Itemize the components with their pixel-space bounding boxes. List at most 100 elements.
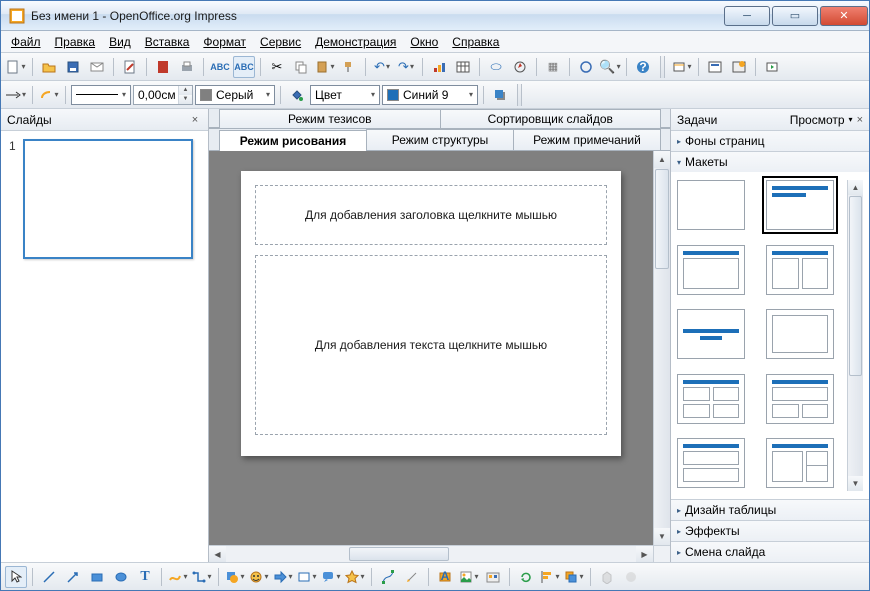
stars-tool[interactable] <box>344 566 366 588</box>
redo-button[interactable]: ↷ <box>395 56 417 78</box>
text-tool[interactable]: T <box>134 566 156 588</box>
chart-button[interactable] <box>428 56 450 78</box>
gallery-tool[interactable] <box>482 566 504 588</box>
scroll-left-icon[interactable]: ◀ <box>209 546 226 562</box>
tab-outline-notes[interactable]: Режим тезисов <box>219 109 441 128</box>
help-button[interactable]: ? <box>632 56 654 78</box>
tab-notes[interactable]: Режим примечаний <box>513 129 661 150</box>
layout-side[interactable] <box>766 438 834 488</box>
hyperlink-button[interactable]: ⬭ <box>485 56 507 78</box>
scroll-down-icon[interactable]: ▼ <box>848 476 863 491</box>
title-placeholder[interactable]: Для добавления заголовка щелкните мышью <box>255 185 607 245</box>
menu-help[interactable]: Справка <box>446 33 505 51</box>
grip[interactable] <box>660 56 665 78</box>
arrow-style-button[interactable] <box>5 84 27 106</box>
ellipse-tool[interactable] <box>110 566 132 588</box>
new-button[interactable] <box>5 56 27 78</box>
navigator-button[interactable] <box>509 56 531 78</box>
menu-format[interactable]: Формат <box>197 33 252 51</box>
tasks-view-drop-icon[interactable]: ▾ <box>849 115 853 124</box>
connector-tool[interactable] <box>191 566 213 588</box>
rotate-tool[interactable] <box>515 566 537 588</box>
tab-slide-sorter[interactable]: Сортировщик слайдов <box>440 109 662 128</box>
tasks-close-icon[interactable]: × <box>857 114 863 126</box>
menu-slideshow[interactable]: Демонстрация <box>309 33 402 51</box>
canvas-hscroll[interactable]: ◀ ▶ <box>209 546 653 562</box>
scroll-down-icon[interactable]: ▼ <box>654 528 670 545</box>
menu-edit[interactable]: Правка <box>49 33 102 51</box>
points-tool[interactable] <box>377 566 399 588</box>
line-end-button[interactable] <box>38 84 60 106</box>
paste-button[interactable] <box>314 56 336 78</box>
section-transition-head[interactable]: ▸Смена слайда <box>671 542 869 562</box>
fill-bucket-button[interactable] <box>286 84 308 106</box>
select-tool[interactable] <box>5 566 27 588</box>
arrange-tool[interactable] <box>563 566 585 588</box>
align-tool[interactable] <box>539 566 561 588</box>
rect-tool[interactable] <box>86 566 108 588</box>
glue-tool[interactable] <box>401 566 423 588</box>
section-layouts-head[interactable]: ▾Макеты <box>671 152 869 172</box>
menu-tools[interactable]: Сервис <box>254 33 307 51</box>
layout-title-content[interactable] <box>766 180 834 230</box>
line-tool[interactable] <box>38 566 60 588</box>
open-button[interactable] <box>38 56 60 78</box>
pdf-button[interactable] <box>152 56 174 78</box>
block-arrows-tool[interactable] <box>272 566 294 588</box>
body-placeholder[interactable]: Для добавления текста щелкните мышью <box>255 255 607 435</box>
copy-button[interactable] <box>290 56 312 78</box>
line-width-input[interactable]: 0,00см▲▼ <box>133 85 193 105</box>
table-button[interactable] <box>452 56 474 78</box>
minimize-button[interactable]: ─ <box>724 6 770 26</box>
tab-drawing[interactable]: Режим рисования <box>219 130 367 151</box>
line-color-select[interactable]: Серый <box>195 85 275 105</box>
interaction-tool[interactable] <box>620 566 642 588</box>
zoom-button[interactable]: 🔍 <box>599 56 621 78</box>
curve-tool[interactable] <box>167 566 189 588</box>
layout-2x2[interactable] <box>677 374 745 424</box>
email-button[interactable] <box>86 56 108 78</box>
symbol-shapes-tool[interactable] <box>248 566 270 588</box>
menu-file[interactable]: Файл <box>5 33 47 51</box>
scroll-thumb[interactable] <box>349 547 449 561</box>
section-effects-head[interactable]: ▸Эффекты <box>671 521 869 541</box>
shadow-button[interactable] <box>489 84 511 106</box>
slides-panel-close-icon[interactable]: × <box>188 114 202 126</box>
scroll-thumb[interactable] <box>849 196 862 376</box>
menu-window[interactable]: Окно <box>404 33 444 51</box>
scroll-up-icon[interactable]: ▲ <box>654 151 670 168</box>
scroll-thumb[interactable] <box>655 169 669 269</box>
section-master-head[interactable]: ▸Фоны страниц <box>671 131 869 151</box>
layout-centered[interactable] <box>677 309 745 359</box>
fontwork-tool[interactable]: A <box>434 566 456 588</box>
flowchart-tool[interactable] <box>296 566 318 588</box>
layouts-vscroll[interactable]: ▲ ▼ <box>847 180 863 491</box>
tab-outline[interactable]: Режим структуры <box>366 129 514 150</box>
undo-button[interactable]: ↶ <box>371 56 393 78</box>
layout-two-content[interactable] <box>766 245 834 295</box>
save-button[interactable] <box>62 56 84 78</box>
slide-canvas[interactable]: Для добавления заголовка щелкните мышью … <box>209 151 653 545</box>
slide-button[interactable] <box>671 56 693 78</box>
tasks-view-menu[interactable]: Просмотр <box>790 113 845 127</box>
autospell-button[interactable]: ABC <box>233 56 255 78</box>
layout-blank[interactable] <box>677 180 745 230</box>
print-button[interactable] <box>176 56 198 78</box>
basic-shapes-tool[interactable] <box>224 566 246 588</box>
section-table-head[interactable]: ▸Дизайн таблицы <box>671 500 869 520</box>
scroll-up-icon[interactable]: ▲ <box>848 180 863 195</box>
layout-title-only[interactable] <box>677 245 745 295</box>
from-file-tool[interactable] <box>458 566 480 588</box>
zoom-grid-button[interactable]: ▦ <box>542 56 564 78</box>
menu-view[interactable]: Вид <box>103 33 137 51</box>
layout-content-only[interactable] <box>766 309 834 359</box>
slide-thumb[interactable]: 1 <box>9 139 200 259</box>
callout-tool[interactable] <box>320 566 342 588</box>
arrow-tool[interactable] <box>62 566 84 588</box>
play-button[interactable] <box>761 56 783 78</box>
edit-doc-button[interactable] <box>119 56 141 78</box>
fill-mode-select[interactable]: Цвет <box>310 85 380 105</box>
grip[interactable] <box>517 84 522 106</box>
layout-1-2[interactable] <box>766 374 834 424</box>
line-style-select[interactable] <box>71 85 131 105</box>
